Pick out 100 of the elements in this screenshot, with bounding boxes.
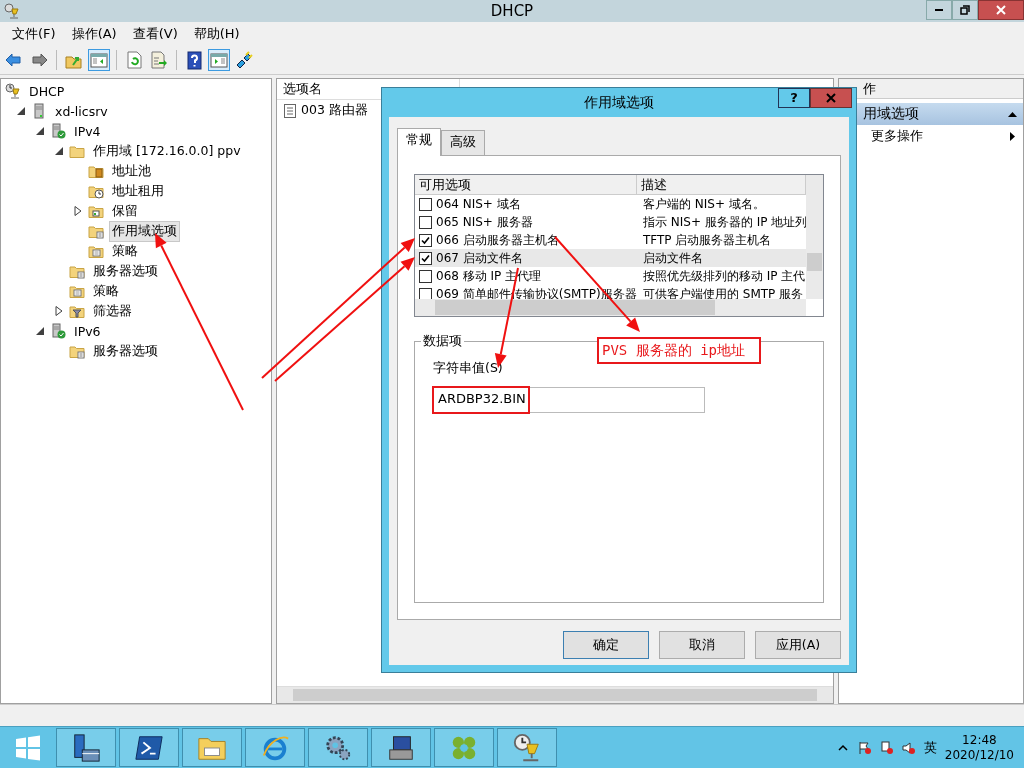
server-check-icon: [50, 323, 66, 339]
menu-item[interactable]: 文件(F): [4, 25, 64, 43]
close-button[interactable]: [810, 88, 852, 108]
clock[interactable]: 12:48 2020/12/10: [944, 732, 1014, 763]
tree-item[interactable]: 策略: [109, 240, 141, 262]
list-item-icon: [283, 103, 297, 118]
vertical-scrollbar[interactable]: [806, 175, 823, 299]
checkbox[interactable]: [419, 251, 432, 265]
windows-logo-icon: [15, 734, 41, 761]
field-label: 字符串值(S): [433, 360, 504, 377]
option-row[interactable]: 065 NIS+ 服务器 指示 NIS+ 服务器的 IP 地址列: [415, 213, 806, 231]
option-row[interactable]: 064 NIS+ 域名 客户端的 NIS+ 域名。: [415, 195, 806, 213]
menu-item[interactable]: 操作(A): [63, 25, 125, 43]
folder-icon: [69, 263, 85, 279]
actions-header: 作: [839, 79, 1023, 99]
minimize-button[interactable]: [926, 0, 952, 20]
expand-toggle[interactable]: [72, 205, 84, 217]
column-header[interactable]: 可用选项: [415, 175, 637, 195]
menu-item[interactable]: 帮助(H): [185, 25, 248, 43]
group-title: 数据项: [421, 333, 464, 350]
option-description: 按照优先级排列的移动 IP 主代: [642, 267, 806, 285]
speaker-icon[interactable]: [901, 740, 916, 755]
restore-button[interactable]: [952, 0, 978, 20]
tree-item[interactable]: 服务器选项: [90, 340, 161, 362]
tree-item[interactable]: 策略: [90, 280, 122, 302]
dhcp-icon: [4, 3, 20, 19]
close-icon: [826, 93, 836, 103]
tree-item[interactable]: xd-licsrv: [52, 101, 111, 121]
option-description: 启动文件名: [642, 249, 704, 267]
server-check-icon: [50, 123, 66, 139]
option-row[interactable]: 067 启动文件名 启动文件名: [415, 249, 806, 267]
dhcp-icon[interactable]: [512, 732, 542, 763]
checkbox[interactable]: [419, 197, 432, 211]
dhcp-icon: [5, 83, 21, 99]
option-name: 066 启动服务器主机名: [436, 231, 559, 249]
option-name: 064 NIS+ 域名: [436, 195, 521, 213]
folder-icon: [69, 343, 85, 359]
action-link[interactable]: 更多操作: [871, 128, 923, 145]
folder-icon: [88, 203, 104, 219]
restore-icon: [960, 5, 970, 15]
network-icon[interactable]: [879, 740, 894, 755]
tree-item[interactable]: 作用域选项: [109, 220, 180, 242]
tree-item[interactable]: 筛选器: [90, 300, 135, 322]
expand-toggle[interactable]: [53, 145, 65, 157]
folder-icon: [88, 183, 104, 199]
folder-icon: [88, 163, 104, 179]
tree-item[interactable]: IPv6: [71, 321, 104, 341]
horizontal-scrollbar[interactable]: [277, 686, 833, 703]
flag-icon[interactable]: [857, 740, 872, 755]
server-icon: [31, 103, 47, 119]
tree-item[interactable]: DHCP: [26, 81, 68, 101]
folder-icon: [88, 243, 104, 259]
menu-item[interactable]: 查看(V): [124, 25, 186, 43]
expand-toggle[interactable]: [34, 325, 46, 337]
folder-icon: [69, 283, 85, 299]
dialog-title: 作用域选项: [584, 93, 654, 112]
tab[interactable]: 常规: [397, 128, 441, 156]
tree-item[interactable]: 地址池: [109, 160, 154, 182]
column-header[interactable]: 描述: [637, 175, 806, 195]
option-description: TFTP 启动服务器主机名: [642, 231, 773, 249]
expand-toggle[interactable]: [53, 305, 65, 317]
minimize-icon: [935, 9, 943, 11]
option-row[interactable]: 066 启动服务器主机名 TFTP 启动服务器主机名: [415, 231, 806, 249]
dialog-button[interactable]: 应用(A): [755, 631, 841, 659]
close-button[interactable]: [978, 0, 1024, 20]
expand-toggle[interactable]: [34, 125, 46, 137]
folder-icon: [69, 303, 85, 319]
export-list-icon[interactable]: [148, 49, 170, 71]
annotation-label: PVS 服务器的 ip地址: [597, 337, 761, 364]
tree-item[interactable]: IPv4: [71, 121, 104, 141]
list-item[interactable]: 003 路由器: [301, 102, 368, 119]
tree-item[interactable]: 服务器选项: [90, 260, 161, 282]
collapse-icon[interactable]: [1008, 109, 1017, 119]
horizontal-scrollbar[interactable]: [415, 299, 806, 316]
string-input-field[interactable]: ARDBP32.BIN: [433, 387, 705, 413]
option-name: 065 NIS+ 服务器: [436, 213, 533, 231]
dialog-button[interactable]: 确定: [563, 631, 649, 659]
tab[interactable]: 高级: [441, 130, 485, 155]
folder-icon: [69, 143, 85, 159]
option-name: 067 启动文件名: [436, 249, 523, 267]
checkbox[interactable]: [419, 269, 432, 283]
window-title: DHCP: [490, 2, 534, 20]
help-button[interactable]: ?: [778, 88, 810, 108]
option-description: 可供客户端使用的 SMTP 服务: [642, 285, 805, 299]
checkbox[interactable]: [419, 287, 432, 299]
tree-item[interactable]: 保留: [109, 200, 141, 222]
checkbox[interactable]: [419, 215, 432, 229]
option-description: 指示 NIS+ 服务器的 IP 地址列: [642, 213, 806, 231]
input-language[interactable]: 英: [923, 738, 937, 757]
folder-icon: [88, 223, 104, 239]
tree-item[interactable]: 地址租用: [109, 180, 167, 202]
checkbox[interactable]: [419, 233, 432, 247]
expand-toggle[interactable]: [15, 105, 27, 117]
tree-pane-icon[interactable]: [88, 49, 110, 71]
submenu-arrow-icon: [1008, 132, 1017, 141]
close-icon: [996, 5, 1006, 15]
dialog-button[interactable]: 取消: [659, 631, 745, 659]
option-description: 客户端的 NIS+ 域名。: [642, 195, 766, 213]
server-toolbox-icon[interactable]: [71, 732, 101, 763]
tree-item[interactable]: 作用域 [172.16.0.0] ppv: [90, 140, 244, 162]
